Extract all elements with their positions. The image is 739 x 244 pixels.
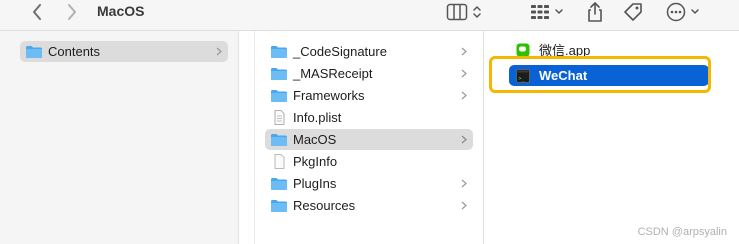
list-item-plugins[interactable]: PlugIns (265, 173, 473, 194)
list-item-label: Frameworks (293, 88, 365, 103)
window-toolbar: MacOS (0, 0, 739, 31)
chevron-right-icon (461, 85, 467, 106)
folder-icon (270, 67, 288, 81)
list-item-label: _MASReceipt (293, 66, 373, 81)
list-item-label: _CodeSignature (293, 44, 387, 59)
folder-icon (270, 177, 288, 191)
share-icon (588, 2, 602, 22)
column-view-icon (446, 3, 468, 21)
list-item-label: Info.plist (293, 110, 342, 125)
share-button[interactable] (584, 1, 606, 23)
list-item-label: Contents (48, 44, 101, 59)
chevron-right-icon (461, 41, 467, 62)
list-item-frameworks[interactable]: Frameworks (265, 85, 473, 106)
list-item-label: Resources (293, 198, 356, 213)
list-item-codesignature[interactable]: _CodeSignature (265, 41, 473, 62)
list-item-label: MacOS (293, 132, 337, 147)
file-icon (270, 154, 288, 169)
highlight-annotation-box (489, 56, 711, 93)
chevron-down-icon (691, 9, 699, 15)
folder-icon (270, 133, 288, 147)
list-item-masreceipt[interactable]: _MASReceipt (265, 63, 473, 84)
column-divider[interactable] (239, 31, 255, 244)
chevron-right-icon (216, 41, 222, 62)
plist-file-icon (270, 110, 288, 125)
chevron-down-icon (555, 9, 563, 15)
folder-icon (270, 199, 288, 213)
list-item-macos[interactable]: MacOS (265, 129, 473, 150)
list-item-resources[interactable]: Resources (265, 195, 473, 216)
chevron-right-icon (461, 129, 467, 150)
list-item-pkginfo[interactable]: PkgInfo (265, 151, 473, 172)
list-item-label: PkgInfo (293, 154, 338, 169)
app-icon (516, 43, 534, 57)
grid-group-icon (531, 5, 549, 19)
group-button[interactable] (528, 1, 566, 23)
list-item-contents[interactable]: Contents (20, 41, 228, 62)
column-1: Contents (0, 31, 239, 244)
tag-icon (624, 3, 642, 21)
back-button[interactable] (27, 2, 47, 22)
folder-icon (25, 45, 43, 59)
forward-button[interactable] (62, 2, 82, 22)
chevron-right-icon (461, 63, 467, 84)
chevron-right-icon (461, 195, 467, 216)
folder-icon (270, 89, 288, 103)
list-item-info-plist[interactable]: Info.plist (265, 107, 473, 128)
chevron-updown-icon (473, 6, 481, 18)
watermark-text: CSDN @arpsyalin (637, 226, 727, 238)
tag-button[interactable] (621, 1, 645, 23)
list-item-label: PlugIns (293, 176, 337, 191)
column-2: _CodeSignature _MASReceipt Frameworks In… (255, 31, 484, 244)
ellipsis-circle-icon (666, 2, 686, 22)
view-mode-button[interactable] (441, 1, 487, 23)
chevron-right-icon (461, 173, 467, 194)
more-actions-button[interactable] (664, 1, 702, 23)
folder-icon (270, 45, 288, 59)
window-title: MacOS (97, 3, 145, 19)
chevron-left-icon (33, 4, 41, 20)
chevron-right-icon (68, 4, 76, 20)
